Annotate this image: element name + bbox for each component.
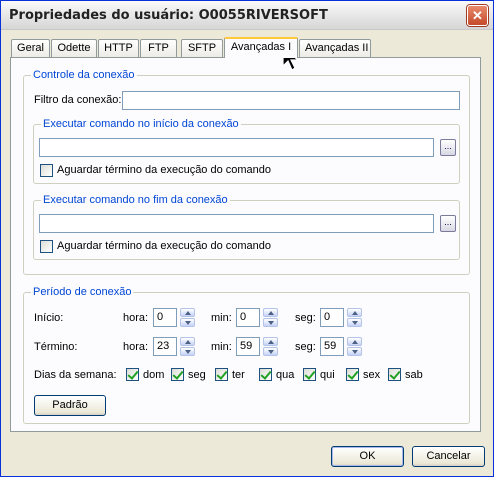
weekday-checkbox-seg[interactable] (171, 368, 184, 381)
start-wait-checkbox[interactable] (40, 164, 53, 177)
end-hour-label: hora: (123, 341, 149, 353)
start-min-label: min: (211, 312, 232, 324)
tab-http[interactable]: HTTP (98, 39, 139, 57)
spin-down-icon[interactable] (180, 347, 195, 356)
weekday-label-qua: qua (276, 369, 295, 381)
end-min-label: min: (211, 341, 232, 353)
start-command-legend: Executar comando no início da conexão (41, 118, 241, 131)
spin-down-icon[interactable] (347, 347, 362, 356)
spin-down-icon[interactable] (263, 347, 278, 356)
tab-geral[interactable]: Geral (11, 39, 50, 57)
end-sec-label: seg: (295, 341, 316, 353)
weekday-checkbox-qui[interactable] (303, 368, 316, 381)
start-sec-label: seg: (295, 312, 316, 324)
default-button[interactable]: Padrão (34, 395, 106, 416)
weekday-checkbox-sab[interactable] (388, 368, 401, 381)
end-time-label: Término: (34, 341, 78, 353)
spin-up-icon[interactable] (347, 337, 362, 346)
weekday-checkbox-dom[interactable] (126, 368, 139, 381)
tab-sftp[interactable]: SFTP (181, 39, 223, 57)
cancel-button[interactable]: Cancelar (412, 446, 485, 467)
connection-period-legend: Período de conexão (31, 286, 134, 299)
tab-ftp[interactable]: FTP (140, 39, 177, 57)
weekday-label-sex: sex (363, 369, 381, 381)
spin-down-icon[interactable] (180, 318, 195, 327)
start-command-group: Executar comando no início da conexão ..… (33, 118, 460, 184)
tab-odette[interactable]: Odette (51, 39, 97, 57)
connection-control-group: Controle da conexão Filtro da conexão: E… (23, 69, 470, 275)
spin-up-icon[interactable] (263, 308, 278, 317)
weekday-checkbox-ter[interactable] (215, 368, 228, 381)
filter-label: Filtro da conexão: (34, 94, 122, 106)
weekday-checkbox-qua[interactable] (259, 368, 272, 381)
close-icon: ✕ (472, 7, 483, 23)
start-hour-label: hora: (123, 312, 149, 324)
tab-panel: Controle da conexão Filtro da conexão: E… (10, 57, 481, 432)
end-command-group: Executar comando no fim da conexão ... A… (33, 194, 460, 260)
start-hour-value[interactable]: 0 (153, 308, 177, 327)
connection-period-group: Período de conexão Início: hora: 0 min: … (23, 286, 470, 424)
weekday-label-seg: seg (188, 369, 206, 381)
weekday-label-qui: qui (320, 369, 335, 381)
weekday-label-dom: dom (143, 369, 165, 381)
end-min-value[interactable]: 59 (236, 337, 260, 356)
ok-button[interactable]: OK (331, 446, 404, 467)
spin-up-icon[interactable] (180, 337, 195, 346)
tab-avancadas-ii[interactable]: Avançadas II (299, 39, 371, 57)
window-title: Propriedades do usuário: O0055RIVERSOFT (9, 8, 328, 23)
connection-control-legend: Controle da conexão (31, 69, 137, 82)
end-sec-value[interactable]: 59 (320, 337, 344, 356)
spin-down-icon[interactable] (347, 318, 362, 327)
tab-avancadas-i[interactable]: Avançadas I (224, 37, 298, 58)
start-min-value[interactable]: 0 (236, 308, 260, 327)
start-command-input[interactable] (39, 138, 434, 157)
title-bar[interactable]: Propriedades do usuário: O0055RIVERSOFT … (1, 1, 493, 30)
start-wait-label: Aguardar término da execução do comando (57, 164, 272, 176)
end-browse-button[interactable]: ... (440, 215, 456, 232)
end-wait-checkbox[interactable] (40, 240, 53, 253)
start-sec-value[interactable]: 0 (320, 308, 344, 327)
weekday-checkbox-sex[interactable] (346, 368, 359, 381)
end-hour-value[interactable]: 23 (153, 337, 177, 356)
end-wait-label: Aguardar término da execução do comando (57, 240, 272, 252)
filter-input[interactable] (122, 91, 460, 110)
weekday-label-ter: ter (232, 369, 245, 381)
spin-up-icon[interactable] (180, 308, 195, 317)
end-command-legend: Executar comando no fim da conexão (41, 194, 230, 207)
spin-up-icon[interactable] (263, 337, 278, 346)
start-time-label: Início: (34, 312, 64, 324)
dialog-window: Propriedades do usuário: O0055RIVERSOFT … (0, 0, 494, 477)
weekday-label-sab: sab (405, 369, 423, 381)
weekdays-label: Dias da semana: (34, 369, 117, 381)
spin-down-icon[interactable] (263, 318, 278, 327)
end-command-input[interactable] (39, 214, 434, 233)
spin-up-icon[interactable] (347, 308, 362, 317)
start-browse-button[interactable]: ... (440, 139, 456, 156)
close-button[interactable]: ✕ (467, 5, 488, 26)
